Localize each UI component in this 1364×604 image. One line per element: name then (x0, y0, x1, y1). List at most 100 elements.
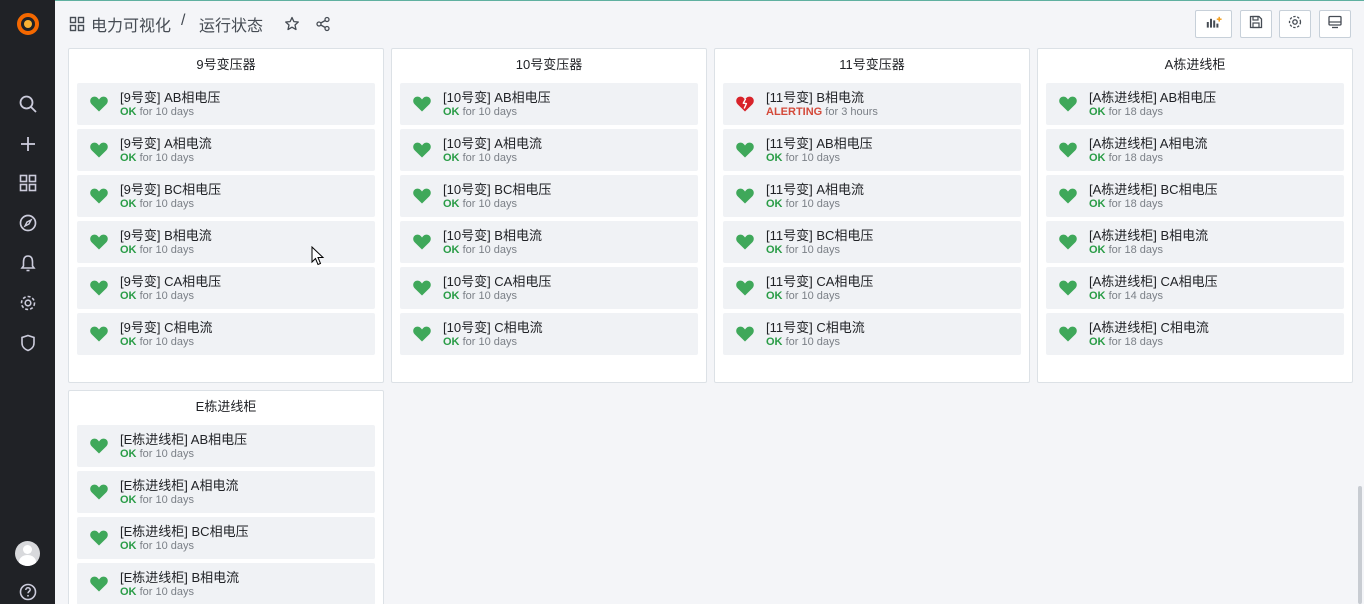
alert-rule-name[interactable]: [A栋进线柜] AB相电压 (1089, 87, 1216, 106)
alert-rule-item[interactable]: [E栋进线柜] A相电流 OK for 10 days (77, 471, 375, 513)
alert-state-duration: for 10 days (139, 106, 194, 118)
alert-rule-item[interactable]: [11号变] CA相电压 OK for 10 days (723, 267, 1021, 309)
alert-rule-item[interactable]: [9号变] A相电流 OK for 10 days (77, 129, 375, 171)
alert-rule-name[interactable]: [11号变] CA相电压 (766, 271, 873, 290)
alert-rule-name[interactable]: [10号变] BC相电压 (443, 179, 551, 198)
alert-rule-item[interactable]: [E栋进线柜] BC相电压 OK for 10 days (77, 517, 375, 559)
panel-title[interactable]: 10号变压器 (392, 54, 706, 73)
alert-rule-status: OK for 10 days (443, 106, 517, 118)
alert-state-duration: for 3 hours (825, 106, 878, 118)
alert-rule-name[interactable]: [E栋进线柜] AB相电压 (120, 429, 247, 448)
alert-rule-item[interactable]: [11号变] A相电流 OK for 10 days (723, 175, 1021, 217)
alert-rule-name[interactable]: [10号变] AB相电压 (443, 87, 551, 106)
alert-rule-name[interactable]: [11号变] C相电流 (766, 317, 865, 336)
gear-config-icon[interactable] (14, 289, 42, 317)
alert-rule-name[interactable]: [10号变] C相电流 (443, 317, 543, 336)
alert-rule-item[interactable]: [10号变] CA相电压 OK for 10 days (400, 267, 698, 309)
alert-rule-status: OK for 14 days (1089, 290, 1163, 302)
alert-state-label: OK (120, 494, 137, 506)
scrollbar[interactable] (1358, 486, 1362, 604)
shield-icon[interactable] (14, 329, 42, 357)
alert-rule-name[interactable]: [A栋进线柜] BC相电压 (1089, 179, 1218, 198)
alert-rule-item[interactable]: [10号变] BC相电压 OK for 10 days (400, 175, 698, 217)
alert-rule-name[interactable]: [9号变] B相电流 (120, 225, 212, 244)
alert-rule-name[interactable]: [11号变] A相电流 (766, 179, 864, 198)
alert-rule-item[interactable]: [11号变] C相电流 OK for 10 days (723, 313, 1021, 355)
alert-rule-item[interactable]: [10号变] A相电流 OK for 10 days (400, 129, 698, 171)
bell-alerting-icon[interactable] (14, 249, 42, 277)
alert-rule-item[interactable]: [E栋进线柜] AB相电压 OK for 10 days (77, 425, 375, 467)
alert-rule-item[interactable]: [10号变] B相电流 OK for 10 days (400, 221, 698, 263)
alert-rule-name[interactable]: [E栋进线柜] A相电流 (120, 475, 238, 494)
alert-state-label: OK (120, 198, 137, 210)
dashboard-settings-button[interactable] (1279, 10, 1311, 38)
alert-rule-item[interactable]: [A栋进线柜] AB相电压 OK for 18 days (1046, 83, 1344, 125)
alert-rule-item[interactable]: [9号变] AB相电压 OK for 10 days (77, 83, 375, 125)
alert-list: [E栋进线柜] AB相电压 OK for 10 days [E栋进线柜] A相电流 O… (77, 425, 375, 604)
alert-rule-item[interactable]: [11号变] BC相电压 OK for 10 days (723, 221, 1021, 263)
alert-rule-item[interactable]: [A栋进线柜] A相电流 OK for 18 days (1046, 129, 1344, 171)
alert-rule-item[interactable]: [A栋进线柜] B相电流 OK for 18 days (1046, 221, 1344, 263)
alert-rule-item[interactable]: [11号变] AB相电压 OK for 10 days (723, 129, 1021, 171)
alert-rule-name[interactable]: [11号变] AB相电压 (766, 133, 873, 152)
alert-rule-item[interactable]: [A栋进线柜] C相电流 OK for 18 days (1046, 313, 1344, 355)
alert-state-label: OK (766, 336, 783, 348)
alert-rule-item[interactable]: [9号变] CA相电压 OK for 10 days (77, 267, 375, 309)
page-title[interactable]: 运行状态 (199, 12, 263, 36)
alert-rule-item[interactable]: [10号变] C相电流 OK for 10 days (400, 313, 698, 355)
alert-rule-name[interactable]: [9号变] C相电流 (120, 317, 212, 336)
alert-rule-status: OK for 10 days (120, 494, 194, 506)
breadcrumb-folder[interactable]: 电力可视化 (91, 12, 171, 36)
alert-rule-name[interactable]: [10号变] A相电流 (443, 133, 542, 152)
star-icon[interactable] (282, 14, 302, 34)
alert-rule-name[interactable]: [10号变] CA相电压 (443, 271, 551, 290)
alert-rule-item[interactable]: [9号变] BC相电压 OK for 10 days (77, 175, 375, 217)
plus-icon[interactable] (14, 130, 42, 158)
alert-rule-status: OK for 10 days (120, 448, 194, 460)
alert-rule-name[interactable]: [10号变] B相电流 (443, 225, 542, 244)
heart-icon (89, 94, 109, 114)
alert-rule-item[interactable]: [E栋进线柜] B相电流 OK for 10 days (77, 563, 375, 604)
alert-rule-name[interactable]: [E栋进线柜] B相电流 (120, 567, 239, 586)
avatar[interactable] (15, 541, 40, 566)
alert-rule-item[interactable]: [A栋进线柜] BC相电压 OK for 18 days (1046, 175, 1344, 217)
add-panel-button[interactable] (1195, 10, 1232, 38)
alert-state-label: OK (1089, 290, 1106, 302)
heart-icon (89, 140, 109, 160)
compass-explore-icon[interactable] (14, 209, 42, 237)
alert-rule-name[interactable]: [11号变] BC相电压 (766, 225, 873, 244)
alert-rule-name[interactable]: [A栋进线柜] CA相电压 (1089, 271, 1218, 290)
grafana-logo-icon[interactable] (14, 10, 42, 38)
search-icon[interactable] (14, 90, 42, 118)
alert-rule-name[interactable]: [E栋进线柜] BC相电压 (120, 521, 249, 540)
alert-rule-name[interactable]: [A栋进线柜] B相电流 (1089, 225, 1208, 244)
alert-rule-name[interactable]: [A栋进线柜] A相电流 (1089, 133, 1207, 152)
alert-rule-name[interactable]: [9号变] AB相电压 (120, 87, 220, 106)
tv-mode-icon (1327, 14, 1343, 35)
alert-rule-item[interactable]: [9号变] C相电流 OK for 10 days (77, 313, 375, 355)
dashboards-grid-icon[interactable] (14, 169, 42, 197)
alert-rule-name[interactable]: [9号变] A相电流 (120, 133, 212, 152)
help-circle-icon[interactable] (14, 578, 42, 604)
tv-mode-button[interactable] (1319, 10, 1351, 38)
alert-state-label: OK (120, 540, 137, 552)
save-dashboard-button[interactable] (1240, 10, 1272, 38)
alert-rule-name[interactable]: [9号变] BC相电压 (120, 179, 221, 198)
alert-rule-name[interactable]: [9号变] CA相电压 (120, 271, 221, 290)
alert-rule-name[interactable]: [11号变] B相电流 (766, 87, 864, 106)
panel-title[interactable]: A栋进线柜 (1038, 54, 1352, 73)
alert-list: [9号变] AB相电压 OK for 10 days [9号变] A相电流 OK fo… (77, 83, 375, 359)
panel-title[interactable]: 11号变压器 (715, 54, 1029, 73)
alert-rule-item[interactable]: [10号变] AB相电压 OK for 10 days (400, 83, 698, 125)
dashboards-grid-icon[interactable] (67, 14, 87, 34)
alert-rule-item[interactable]: [11号变] B相电流 ALERTING for 3 hours (723, 83, 1021, 125)
alert-rule-item[interactable]: [A栋进线柜] CA相电压 OK for 14 days (1046, 267, 1344, 309)
alert-rule-status: OK for 10 days (766, 152, 840, 164)
panel-title[interactable]: 9号变压器 (69, 54, 383, 73)
alert-rule-item[interactable]: [9号变] B相电流 OK for 10 days (77, 221, 375, 263)
share-icon[interactable] (313, 14, 333, 34)
alert-rule-status: OK for 10 days (443, 336, 517, 348)
alert-state-duration: for 10 days (462, 106, 517, 118)
panel-title[interactable]: E栋进线柜 (69, 396, 383, 415)
alert-rule-name[interactable]: [A栋进线柜] C相电流 (1089, 317, 1209, 336)
